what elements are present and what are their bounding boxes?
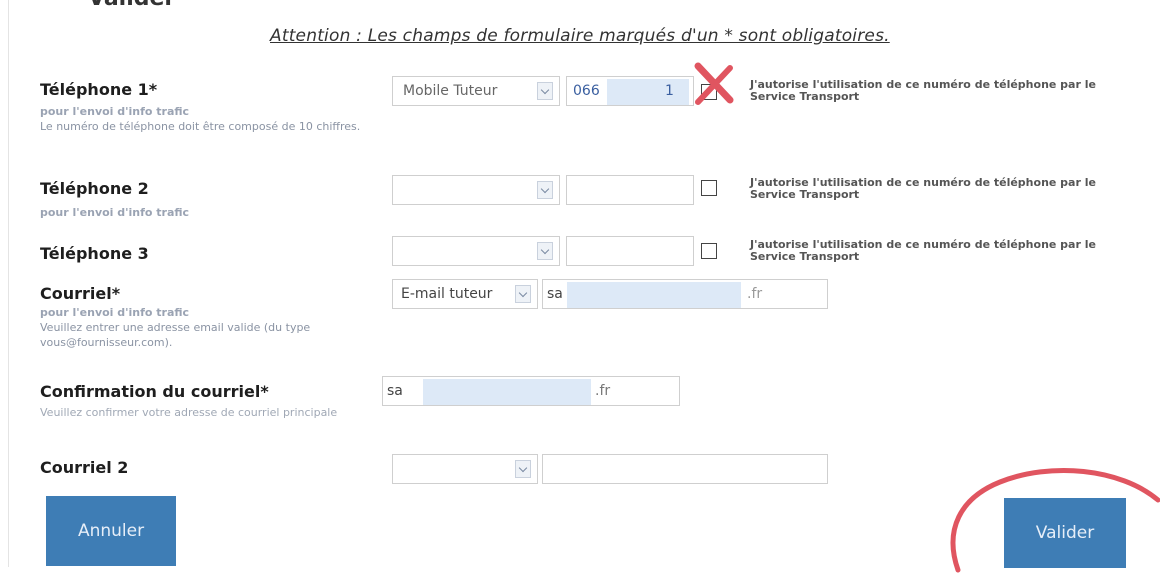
- chevron-down-icon[interactable]: [515, 460, 531, 478]
- phone2-consent-checkbox[interactable]: [701, 180, 717, 196]
- phone1-hint: pour l'envoi d'info trafic Le numéro de …: [40, 104, 380, 134]
- phone1-type-value: Mobile Tuteur: [403, 83, 498, 99]
- email-confirm-value-prefix: sa: [387, 383, 403, 399]
- email-confirm-hint: Veuillez confirmer votre adresse de cour…: [40, 406, 338, 419]
- redaction-block: [567, 282, 741, 308]
- email2-type-select[interactable]: [392, 454, 538, 484]
- phone1-number-input[interactable]: 066 1: [566, 76, 694, 106]
- email-label: Courriel*: [40, 284, 121, 303]
- phone1-number-suffix: 1: [665, 83, 674, 99]
- page-title-cut: Valider: [88, 0, 175, 11]
- phone1-type-select[interactable]: Mobile Tuteur: [392, 76, 560, 106]
- phone2-type-select[interactable]: [392, 175, 560, 205]
- chevron-down-icon[interactable]: [537, 82, 553, 100]
- phone1-number-prefix: 066: [573, 83, 600, 99]
- email2-input[interactable]: [542, 454, 828, 484]
- phone1-hint-bold: pour l'envoi d'info trafic: [40, 105, 190, 118]
- email-hint-bold: pour l'envoi d'info trafic: [40, 306, 190, 319]
- redaction-block: [607, 79, 689, 105]
- annotation-circle-icon: [950, 468, 1160, 573]
- phone3-consent-text: J'autorise l'utilisation de ce numéro de…: [750, 238, 1096, 263]
- email2-label: Courriel 2: [40, 458, 129, 477]
- chevron-down-icon[interactable]: [537, 242, 553, 260]
- phone3-label: Téléphone 3: [40, 244, 149, 263]
- chevron-down-icon[interactable]: [537, 181, 553, 199]
- phone3-type-select[interactable]: [392, 236, 560, 266]
- email-hint: pour l'envoi d'info trafic Veuillez entr…: [40, 305, 380, 350]
- chevron-down-icon[interactable]: [515, 285, 531, 303]
- email-confirm-value-suffix: .fr: [595, 383, 611, 399]
- phone3-consent-checkbox[interactable]: [701, 243, 717, 259]
- email-type-select[interactable]: E-mail tuteur: [392, 279, 538, 309]
- email-confirm-input[interactable]: sa .fr: [382, 376, 680, 406]
- email-input[interactable]: sa .fr: [542, 279, 828, 309]
- phone3-number-input[interactable]: [566, 236, 694, 266]
- email-hint-text: Veuillez entrer une adresse email valide…: [40, 321, 311, 349]
- left-border: [8, 0, 9, 567]
- phone1-label: Téléphone 1*: [40, 80, 158, 99]
- email-value-suffix: .fr: [747, 286, 763, 302]
- email-type-value: E-mail tuteur: [401, 286, 493, 302]
- annotation-x-icon: [694, 62, 734, 105]
- phone1-consent-text: J'autorise l'utilisation de ce numéro de…: [750, 78, 1096, 103]
- email-confirm-label: Confirmation du courriel*: [40, 382, 269, 401]
- required-fields-notice: Attention : Les champs de formulaire mar…: [270, 26, 890, 46]
- phone2-hint: pour l'envoi d'info trafic: [40, 205, 380, 220]
- email-value-prefix: sa: [547, 286, 563, 302]
- cancel-button[interactable]: Annuler: [46, 496, 176, 566]
- phone2-label: Téléphone 2: [40, 179, 149, 198]
- redaction-block: [423, 379, 591, 405]
- phone2-consent-text: J'autorise l'utilisation de ce numéro de…: [750, 176, 1096, 201]
- phone2-number-input[interactable]: [566, 175, 694, 205]
- phone1-hint-text: Le numéro de téléphone doit être composé…: [40, 120, 361, 133]
- phone2-hint-bold: pour l'envoi d'info trafic: [40, 206, 190, 219]
